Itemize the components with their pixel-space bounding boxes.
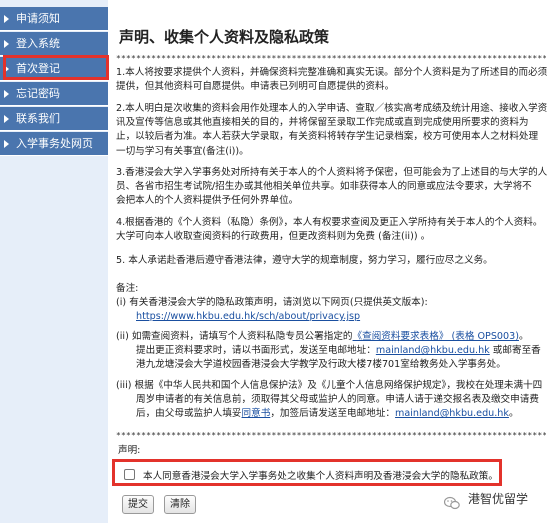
sidebar: 申请须知 登入系统 首次登记 忘记密码 联系我们 入学事务处网页 [0, 0, 109, 523]
note-2: (ii) 如需查阅资料，请填写个人资料私隐专员公署指定的《查阅资料要求表格》 (… [116, 330, 546, 373]
sidebar-item-label: 登入系统 [16, 37, 60, 50]
text-segment: 。 [518, 331, 529, 342]
text-line: 员、各省市招生考试院/招生办或其他相关单位共享。如非获得本人的同意或应法令要求，… [116, 181, 532, 193]
text-segment: ，加签后请发送至电邮地址： [270, 408, 396, 420]
wechat-icon [444, 496, 460, 510]
text-line: 大学可向本人收取查阅资料的行政费用，但更改资料则为免费 (备注(ii)) 。 [116, 231, 431, 243]
privacy-policy-link[interactable]: https://www.hkbu.edu.hk/sch/about/privac… [136, 311, 360, 322]
text-line: (i) 有关香港浸会大学的隐私政策声明，请浏览以下网页(只提供英文版本): [116, 297, 428, 308]
arrow-right-icon [4, 90, 9, 98]
sidebar-item-contact-us[interactable]: 联系我们 [0, 107, 108, 131]
sidebar-item-application-notes[interactable]: 申请须知 [0, 7, 108, 31]
text-line: https://www.hkbu.edu.hk/sch/about/privac… [116, 310, 546, 324]
data-access-form-link[interactable]: 《查阅资料要求表格》 (表格 OPS003) [353, 331, 519, 342]
text-segment: 。 [508, 408, 519, 420]
sidebar-item-label: 申请须知 [16, 12, 60, 25]
consent-form-link[interactable]: 同意书 [242, 408, 271, 419]
text-segment: 后，由父母或监护人填妥 [136, 408, 242, 420]
paragraph-3: 3.香港浸会大学入学事务处对所持有关于本人的个人资料将予保密，但可能会为了上述目… [116, 166, 548, 209]
text-line: 1.本人将按要求提供个人资料，并确保资料完整准确和真实无误。部分个人资料是为了所… [116, 67, 548, 78]
text-line: 一切与学习有关事宜(备注(i))。 [116, 145, 249, 157]
separator-stars: ****************************************… [116, 54, 546, 63]
text-line: 2.本人明白是次收集的资料会用作处理本人的入学申请、查取／核实高考成绩及统计用途… [116, 103, 548, 114]
text-line: 周岁申请者的有关信息前，须取得其父母或监护人的同意。申请人请于递交报名表及缴交申… [136, 394, 539, 406]
text-line: 4.根据香港的《个人资料（私隐）条例》，本人有权要求查阅及更正入学所持有关于本人… [116, 217, 543, 228]
arrow-right-icon [4, 115, 9, 123]
text-line: 会把本人的个人资料提供予任何外界单位。 [116, 195, 299, 207]
text-segment: 提出更正资料要求时，请以书面形式，发送至电邮地址： [136, 345, 376, 357]
declaration-checkbox[interactable] [124, 469, 135, 480]
text-line: 止，以较后者为准。本人若获大学录取，有关资料将转存学生记录档案，校方可使用本人之… [116, 131, 539, 143]
paragraph-5: 5. 本人承诺赴香港后遵守香港法律，遵守大学的规章制度，努力学习，履行应尽之义务… [116, 254, 546, 268]
sidebar-item-login[interactable]: 登入系统 [0, 32, 108, 56]
sidebar-item-label: 联系我们 [16, 112, 60, 125]
arrow-right-icon [4, 15, 9, 23]
text-line: 5. 本人承诺赴香港后遵守香港法律，遵守大学的规章制度，努力学习，履行应尽之义务… [116, 255, 493, 266]
watermark-text: 港智优留学 [468, 492, 529, 506]
clear-button[interactable]: 清除 [164, 495, 196, 514]
page-title: 声明、收集个人资料及隐私政策 [119, 28, 330, 46]
sidebar-item-label: 入学事务处网页 [16, 137, 93, 150]
text-line: (iii) 根据《中华人民共和国个人信息保护法》及《儿童个人信息网络保护规定》，… [116, 380, 543, 391]
separator-stars: ****************************************… [116, 431, 546, 440]
email-link[interactable]: mainland@hkbu.edu.hk [395, 408, 509, 419]
selected-item-highlight [3, 55, 109, 80]
text-line: 讯及宣传等信息或其他直接相关的目的，并将保留至录取工作完成或直到完成使用所要求的… [116, 117, 529, 129]
text-line: 港九龙塘浸会大学道校园香港浸会大学教学及行政大楼7楼701室给教务处入学事务处。 [136, 359, 506, 371]
note-1: (i) 有关香港浸会大学的隐私政策声明，请浏览以下网页(只提供英文版本): ht… [116, 296, 546, 324]
notes-label: 备注: [116, 283, 139, 294]
submit-button[interactable]: 提交 [122, 495, 154, 514]
email-link[interactable]: mainland@hkbu.edu.hk [376, 345, 490, 356]
declaration-label: 声明: [118, 445, 141, 456]
text-line: 后，由父母或监护人填妥同意书，加签后请发送至电邮地址：mainland@hkbu… [116, 407, 546, 421]
sidebar-item-forgot-password[interactable]: 忘记密码 [0, 82, 108, 106]
text-line: 3.香港浸会大学入学事务处对所持有关于本人的个人资料将予保密，但可能会为了上述目… [116, 167, 548, 178]
text-segment: (ii) 如需查阅资料，请填写个人资料私隐专员公署指定的 [116, 331, 353, 342]
paragraph-1: 1.本人将按要求提供个人资料，并确保资料完整准确和真实无误。部分个人资料是为了所… [116, 66, 548, 94]
text-segment: 或邮寄至香 [489, 345, 541, 357]
sidebar-item-admissions-website[interactable]: 入学事务处网页 [0, 132, 108, 156]
paragraph-2: 2.本人明白是次收集的资料会用作处理本人的入学申请、查取／核实高考成绩及统计用途… [116, 102, 548, 159]
declaration-row: 本人同意香港浸会大学入学事务处之收集个人资料声明及香港浸会大学的隐私政策。 [112, 459, 502, 486]
main-content: 声明、收集个人资料及隐私政策 *************************… [112, 0, 548, 523]
text-line: 提供，但其他资料可自愿提供。申请表已列明可自愿提供的资料。 [116, 81, 395, 93]
text-line: (ii) 如需查阅资料，请填写个人资料私隐专员公署指定的《查阅资料要求表格》 (… [116, 330, 546, 344]
declaration-text: 本人同意香港浸会大学入学事务处之收集个人资料声明及香港浸会大学的隐私政策。 [143, 471, 498, 482]
note-3: (iii) 根据《中华人民共和国个人信息保护法》及《儿童个人信息网络保护规定》，… [116, 379, 546, 422]
paragraph-4: 4.根据香港的《个人资料（私隐）条例》，本人有权要求查阅及更正入学所持有关于本人… [116, 216, 546, 244]
arrow-right-icon [4, 140, 9, 148]
arrow-right-icon [4, 40, 9, 48]
text-line: 提出更正资料要求时，请以书面形式，发送至电邮地址：mainland@hkbu.e… [116, 344, 546, 358]
sidebar-item-label: 忘记密码 [16, 87, 60, 100]
